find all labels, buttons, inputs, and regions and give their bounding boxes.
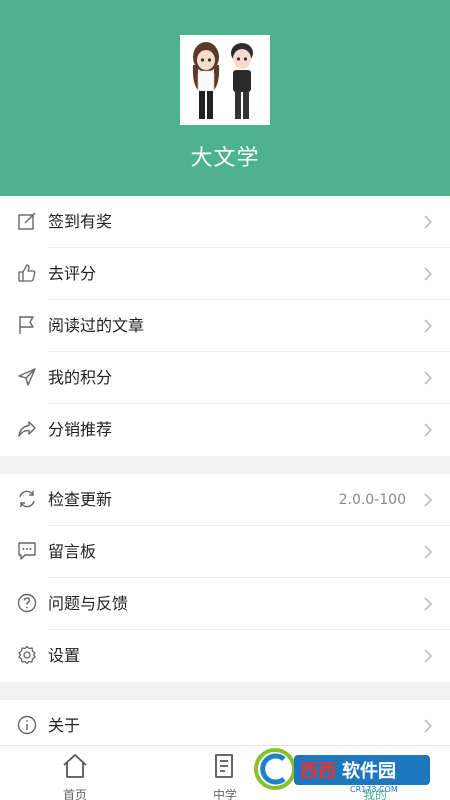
chevron-right-icon [424,267,433,281]
menu-item-label: 签到有奖 [48,212,113,231]
chevron-right-icon [424,649,433,663]
document-icon [215,754,233,778]
svg-text:软件园: 软件园 [342,760,396,782]
menu-item-label: 检查更新 [48,490,113,509]
app-title: 大文学 [190,146,260,171]
info-icon [17,715,37,735]
menu-item-points[interactable]: 我的积分 [0,352,450,404]
menu-item-message-board[interactable]: 留言板 [0,526,450,578]
chevron-right-icon [424,545,433,559]
menu-item-checkin[interactable]: 签到有奖 [0,196,450,248]
menu-item-label: 留言板 [48,542,97,561]
chevron-right-icon [424,423,433,437]
menu-item-rate[interactable]: 去评分 [0,248,450,300]
menu-item-check-update[interactable]: 检查更新 2.0.0-100 [0,474,450,526]
thumb-up-icon [18,264,36,282]
chevron-right-icon [424,719,433,733]
menu-item-label: 阅读过的文章 [48,316,145,335]
menu-group-1: 签到有奖 去评分 阅读过的文章 我的积分 分销推荐 [0,196,450,456]
share-icon [18,421,36,437]
gear-icon [18,645,36,665]
watermark-logo: 西西 软件园 CR173.COM [250,745,435,795]
edit-icon [18,212,36,230]
tab-home[interactable]: 首页 [0,746,150,800]
svg-text:西西: 西西 [300,761,336,782]
menu-item-referral[interactable]: 分销推荐 [0,404,450,456]
refresh-icon [19,490,35,508]
question-icon [17,593,37,613]
menu-item-label: 去评分 [48,264,97,283]
chevron-right-icon [424,319,433,333]
avatar[interactable] [180,35,270,125]
menu-item-settings[interactable]: 设置 [0,630,450,682]
svg-text:CR173.COM: CR173.COM [350,785,398,794]
chevron-right-icon [424,371,433,385]
message-icon [18,542,36,560]
menu-item-label: 设置 [48,646,81,665]
flag-icon [19,316,34,334]
menu-item-feedback[interactable]: 问题与反馈 [0,578,450,630]
profile-header: 大文学 [0,0,450,196]
menu-item-label: 我的积分 [48,368,113,387]
menu-item-read-articles[interactable]: 阅读过的文章 [0,300,450,352]
home-icon [63,754,87,778]
chevron-right-icon [424,597,433,611]
send-icon [18,368,36,386]
version-value: 2.0.0-100 [338,492,406,508]
chevron-right-icon [424,493,433,507]
menu-group-2: 检查更新 2.0.0-100 留言板 问题与反馈 设置 [0,474,450,682]
menu-item-label: 问题与反馈 [48,594,129,613]
tab-label: 首页 [62,788,87,800]
menu-item-label: 分销推荐 [48,420,113,439]
chevron-right-icon [424,215,433,229]
